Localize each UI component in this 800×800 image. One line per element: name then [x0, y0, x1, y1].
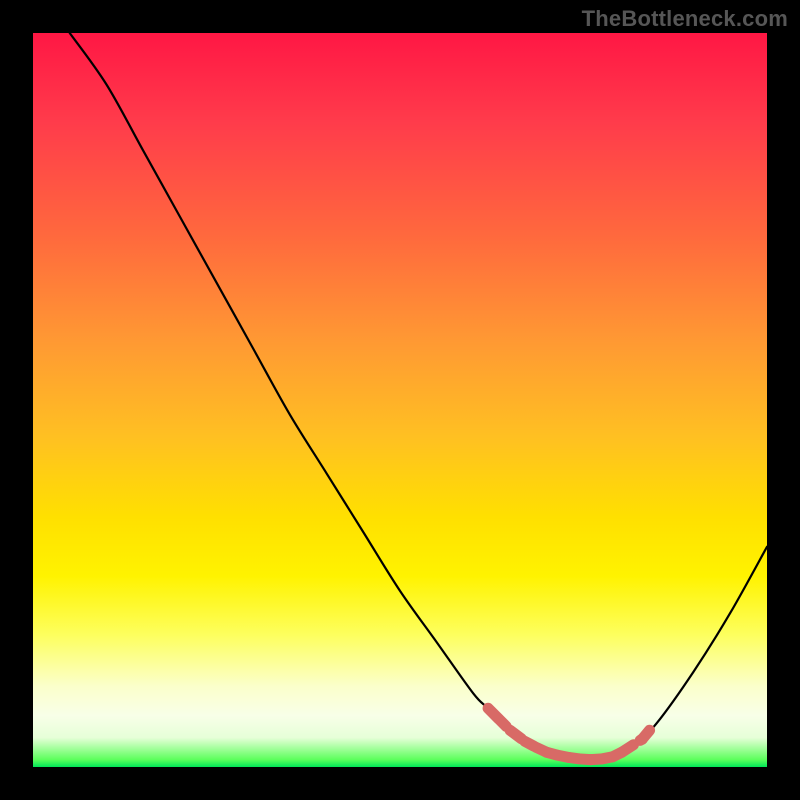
- optimal-marker-dot: [637, 734, 648, 745]
- optimal-marker-dot: [644, 725, 655, 736]
- bottleneck-curve: [70, 33, 767, 760]
- watermark-text: TheBottleneck.com: [582, 6, 788, 32]
- chart-svg: [33, 33, 767, 767]
- plot-area: [33, 33, 767, 767]
- chart-container: TheBottleneck.com: [0, 0, 800, 800]
- optimal-range-markers: [488, 708, 655, 759]
